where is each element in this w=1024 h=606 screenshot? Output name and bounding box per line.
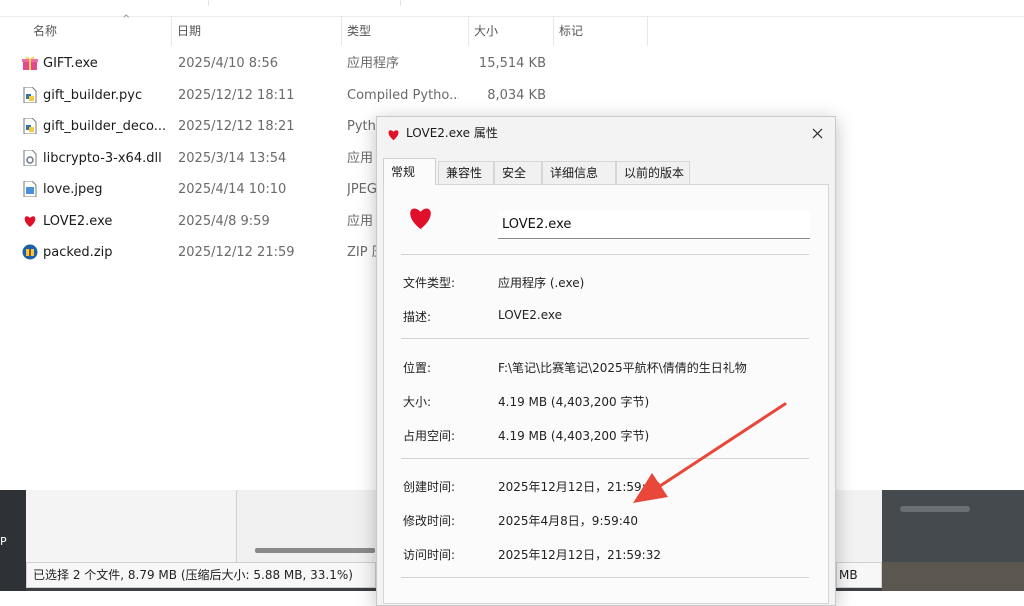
file-name: LOVE2.exe	[43, 214, 113, 229]
file-row[interactable]: gift_builder.pyc 2025/12/12 18:11 Compil…	[0, 80, 700, 111]
location-value: F:\笔记\比赛笔记\2025平航杯\倩倩的生日礼物	[498, 361, 747, 375]
column-header-size[interactable]: 大小	[469, 16, 554, 46]
disk-size-label: 占用空间:	[403, 429, 456, 443]
general-tab-panel: 文件类型: 应用程序 (.exe) 描述: LOVE2.exe 位置: F:\笔…	[383, 184, 829, 604]
size-label: 大小:	[403, 395, 432, 409]
file-row[interactable]: GIFT.exe 2025/4/10 8:56 应用程序 15,514 KB	[0, 48, 700, 79]
selection-status: 已选择 2 个文件, 8.79 MB (压缩后大小: 5.88 MB, 33.1…	[26, 562, 376, 588]
file-name: love.jpeg	[43, 182, 103, 197]
toolbar-edge	[0, 0, 1024, 17]
background-window	[836, 490, 882, 572]
column-header-type[interactable]: 类型	[342, 16, 469, 46]
column-header-name[interactable]: 名称 ^	[28, 14, 172, 46]
tab-general[interactable]: 常规	[383, 158, 436, 185]
created-value: 2025年12月12日，21:59:32	[498, 480, 661, 494]
tab-details[interactable]: 详细信息	[542, 161, 616, 184]
file-name-input[interactable]	[498, 211, 810, 239]
column-header: 名称 ^ 日期 类型 大小 标记	[0, 14, 1024, 46]
file-type-value: 应用程序 (.exe)	[498, 276, 585, 290]
description-value: LOVE2.exe	[498, 308, 563, 322]
disk-size-value: 4.19 MB (4,403,200 字节)	[498, 429, 650, 443]
file-type: Compiled Pytho...	[347, 88, 459, 103]
scrollbar[interactable]	[255, 548, 375, 553]
dialog-titlebar[interactable]: LOVE2.exe 属性	[377, 117, 835, 149]
file-date: 2025/3/14 13:54	[178, 151, 287, 166]
modified-value: 2025年4月8日，9:59:40	[498, 514, 639, 528]
created-label: 创建时间:	[403, 480, 456, 494]
accessed-label: 访问时间:	[403, 548, 456, 562]
close-button[interactable]	[799, 117, 835, 149]
zip-file-icon	[22, 244, 38, 260]
divider	[401, 458, 809, 459]
file-size: 8,034 KB	[487, 88, 546, 103]
python-file-icon	[22, 87, 38, 103]
file-date: 2025/4/10 8:56	[178, 56, 278, 71]
file-name: GIFT.exe	[43, 56, 98, 71]
tab-compatibility[interactable]: 兼容性	[438, 161, 494, 184]
file-type-label: 文件类型:	[403, 276, 456, 290]
file-date: 2025/12/12 21:59	[178, 245, 295, 260]
dialog-title: LOVE2.exe 属性	[406, 126, 498, 140]
divider	[401, 577, 809, 578]
heart-icon	[407, 206, 434, 235]
column-header-tag[interactable]: 标记	[554, 16, 648, 46]
file-type: 应用程序	[347, 56, 400, 71]
heart-icon	[22, 213, 38, 229]
background-window	[26, 490, 237, 562]
sort-ascending-icon: ^	[122, 14, 131, 25]
dll-file-icon	[22, 150, 38, 166]
description-label: 描述:	[403, 310, 432, 324]
divider	[401, 254, 809, 255]
file-name: libcrypto-3-x64.dll	[43, 151, 162, 166]
background-window	[237, 490, 377, 562]
background-window-left: P	[0, 490, 26, 591]
gift-icon	[22, 55, 38, 71]
divider	[401, 338, 809, 339]
modified-label: 修改时间:	[403, 514, 456, 528]
heart-icon	[387, 126, 400, 145]
close-icon	[812, 128, 822, 138]
file-size: 15,514 KB	[478, 56, 546, 71]
file-date: 2025/4/14 10:10	[178, 182, 287, 197]
file-date: 2025/12/12 18:21	[178, 119, 295, 134]
image-file-icon	[22, 181, 38, 197]
tab-previous-versions[interactable]: 以前的版本	[616, 161, 690, 184]
accessed-value: 2025年12月12日，21:59:32	[498, 548, 661, 562]
file-name: gift_builder.pyc	[43, 88, 143, 103]
file-date: 2025/4/8 9:59	[178, 214, 270, 229]
file-name: gift_builder_deco...	[43, 119, 167, 134]
background-window-right	[882, 490, 1024, 591]
file-date: 2025/12/12 18:11	[178, 88, 295, 103]
location-label: 位置:	[403, 361, 432, 375]
properties-dialog: LOVE2.exe 属性 常规 兼容性 安全 详细信息 以前的版本 文件类型: …	[376, 116, 836, 606]
size-value: 4.19 MB (4,403,200 字节)	[498, 395, 650, 409]
background-text: P	[0, 535, 7, 548]
background-status: MB	[836, 562, 882, 588]
python-file-icon	[22, 118, 38, 134]
column-header-date[interactable]: 日期	[172, 16, 342, 46]
tab-security[interactable]: 安全	[494, 161, 542, 184]
file-name: packed.zip	[43, 245, 113, 260]
